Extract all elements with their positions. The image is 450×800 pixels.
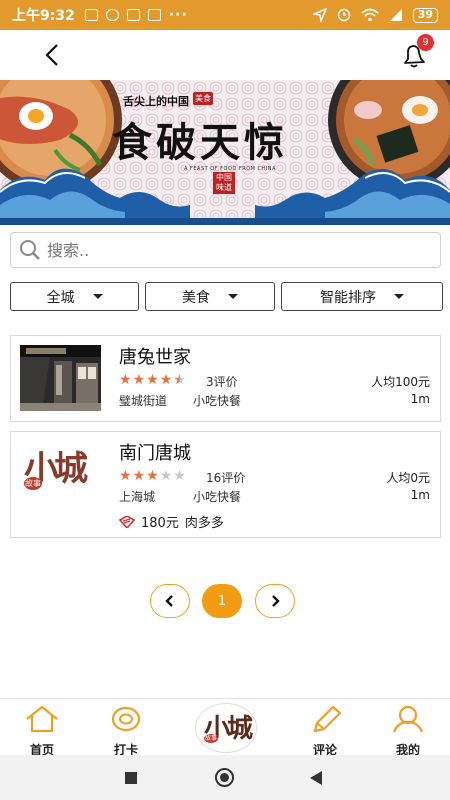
bag-icon — [126, 9, 140, 21]
banner-seal: 中国味道 — [213, 172, 235, 194]
battery-indicator: 39 — [412, 7, 438, 23]
restaurant-thumbnail — [20, 345, 101, 411]
restaurant-distance: 1m — [410, 488, 430, 502]
filter-area-dropdown[interactable]: 全城 — [10, 282, 139, 311]
next-page-button[interactable] — [255, 584, 295, 618]
promo-banner[interactable]: 舌尖上的中国 美食 食破天惊 A FEAST OF FOOD FROM CHIN… — [0, 80, 450, 225]
status-bar: 上午9:32 ··· 39 — [0, 0, 450, 30]
tab-checkin[interactable]: 打卡 — [96, 705, 156, 758]
home-button[interactable] — [215, 768, 234, 787]
system-navigation-bar — [0, 755, 450, 800]
recent-apps-button[interactable] — [125, 772, 137, 784]
star-icon: ★ — [119, 372, 132, 388]
back-button[interactable] — [38, 40, 68, 70]
chevron-left-icon — [45, 44, 58, 66]
restaurant-logo-seal: 故事 — [24, 477, 42, 490]
home-icon — [26, 705, 58, 733]
deal-name: 肉多多 — [184, 516, 224, 531]
star-icon: ★ — [132, 372, 146, 388]
user-icon — [392, 705, 424, 733]
status-time: 上午9:32 — [12, 8, 75, 24]
restaurant-card[interactable]: 小城 故事 南门唐城 ★ ★ ★ ★ ★ 16评价 人均0元 上海城 小吃快餐 1m 1… — [10, 431, 441, 538]
restaurant-cuisine: 小吃快餐 — [193, 490, 242, 504]
restaurant-area: 上海城 — [119, 490, 156, 504]
filter-category-label: 美食 — [182, 289, 210, 306]
restaurant-distance: 1m — [410, 392, 430, 406]
star-icon: ★ — [159, 468, 173, 484]
filter-sort-dropdown[interactable]: 智能排序 — [281, 282, 443, 311]
prev-page-button[interactable] — [150, 584, 190, 618]
chat-icon — [105, 9, 119, 21]
caret-down-icon — [92, 294, 103, 299]
star-icon: ★ — [146, 468, 159, 484]
average-price: 人均0元 — [386, 471, 430, 485]
status-notification-icons: ··· — [84, 7, 188, 23]
restaurant-logo: 小城 故事 — [20, 441, 101, 507]
image-icon — [147, 9, 161, 21]
filter-category-dropdown[interactable]: 美食 — [145, 282, 275, 311]
trash-icon — [84, 9, 98, 21]
group-deal[interactable]: 180元 肉多多 — [119, 512, 224, 531]
caret-down-icon — [228, 294, 238, 299]
current-page-indicator[interactable]: 1 — [202, 584, 242, 618]
filter-sort-label: 智能排序 — [320, 289, 376, 306]
tab-home[interactable]: 首页 — [12, 705, 72, 758]
banner-subtitle: 舌尖上的中国 — [123, 95, 189, 108]
notifications-button[interactable]: 9 — [396, 34, 434, 72]
location-icon — [312, 8, 327, 22]
tab-profile[interactable]: 我的 — [378, 705, 438, 758]
filter-area-label: 全城 — [46, 289, 75, 306]
review-count: 16评价 — [206, 471, 246, 485]
chevron-right-icon — [272, 595, 280, 607]
search-icon — [20, 240, 40, 260]
restaurant-name: 唐兔世家 — [119, 347, 191, 368]
center-logo-button[interactable]: 小城 故事 — [195, 703, 257, 753]
star-icon: ★ — [146, 372, 159, 388]
pagination: 1 — [150, 584, 298, 620]
banner-subtitle-tag: 美食 — [193, 92, 213, 105]
bottom-tab-bar: 首页 打卡 小城 故事 评论 我的 — [0, 698, 450, 758]
star-icon: ★ — [173, 468, 186, 484]
restaurant-name: 南门唐城 — [119, 443, 191, 464]
ticket-icon — [119, 515, 135, 528]
restaurant-cuisine: 小吃快餐 — [193, 394, 242, 408]
star-icon: ★ — [159, 372, 173, 388]
back-triangle-button[interactable] — [310, 771, 322, 785]
deal-price: 180元 — [141, 516, 179, 531]
filter-bar: 全城 美食 智能排序 — [10, 282, 443, 312]
search-bar[interactable] — [10, 232, 441, 268]
star-icon: ★ — [119, 468, 132, 484]
more-notifications-icon: ··· — [168, 7, 188, 23]
restaurant-card[interactable]: 唐兔世家 ★ ★ ★ ★ ★ 3评价 人均100元 璧城街道 小吃快餐 1m — [10, 335, 441, 422]
review-count: 3评价 — [206, 375, 238, 389]
pencil-icon — [313, 705, 342, 733]
rating-stars: ★ ★ ★ ★ ★ — [119, 373, 186, 387]
center-logo-seal: 故事 — [204, 734, 218, 743]
search-input[interactable] — [47, 240, 417, 260]
average-price: 人均100元 — [371, 375, 430, 389]
checkin-icon — [111, 706, 141, 732]
restaurant-area: 璧城街道 — [119, 394, 168, 408]
star-icon: ★ — [173, 372, 186, 388]
alarm-icon — [337, 8, 350, 22]
banner-title: 食破天惊 — [112, 119, 288, 166]
tab-reviews[interactable]: 评论 — [295, 705, 355, 758]
signal-icon — [389, 9, 402, 21]
chevron-left-icon — [165, 595, 173, 607]
notification-count-badge: 9 — [417, 34, 434, 51]
wifi-icon — [361, 8, 379, 22]
rating-stars: ★ ★ ★ ★ ★ — [119, 469, 186, 483]
caret-down-icon — [394, 294, 404, 299]
star-icon: ★ — [132, 468, 146, 484]
nav-bar: 9 — [0, 30, 450, 80]
